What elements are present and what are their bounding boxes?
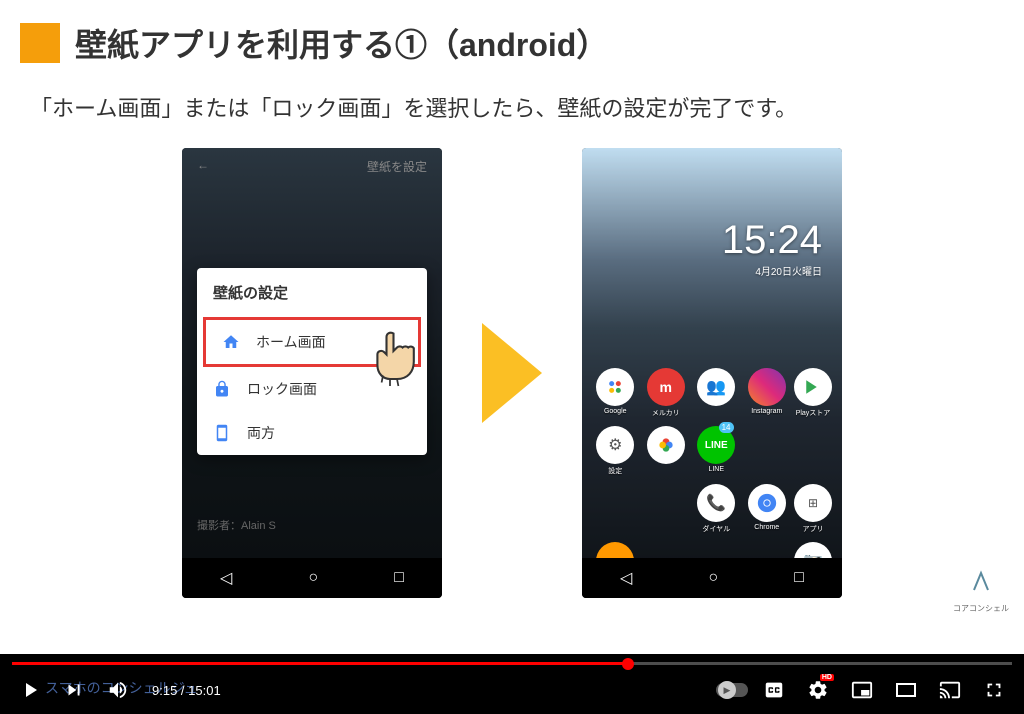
phone-mockup-right: 15:24 4月20日火曜日 Google m メルカリ 👥 [582, 148, 842, 598]
android-nav-bar: ◁ ○ □ [182, 558, 442, 598]
app-instagram: Instagram [744, 368, 791, 418]
controls-left: 9:15 / 15:01 [12, 672, 221, 708]
nav-home-icon: ○ [308, 569, 318, 587]
video-slide-content: 壁紙アプリを利用する①（android） 「ホーム画面」または「ロック画面」を選… [0, 0, 1024, 654]
volume-button[interactable] [100, 672, 136, 708]
slide-title: 壁紙アプリを利用する①（android） [75, 20, 608, 66]
title-bullet-square [20, 23, 60, 63]
pointing-hand-icon [362, 323, 432, 393]
app-chrome: Chrome [744, 484, 791, 534]
progress-fill [12, 662, 628, 665]
app-phone: 📞 ダイヤル [693, 484, 740, 534]
nav-recent-icon: □ [394, 569, 404, 587]
app-line: LINE 14 LINE [693, 426, 740, 476]
nav-back-icon: ◁ [220, 568, 232, 588]
controls-row: 9:15 / 15:01 ▶ HD [0, 666, 1024, 714]
line-badge: 14 [719, 422, 734, 433]
nav-back-icon: ◁ [620, 568, 632, 588]
slide-header: 壁紙アプリを利用する①（android） [0, 0, 1024, 76]
logo-text: コアコンシェル [953, 603, 1009, 614]
captions-button[interactable] [756, 672, 792, 708]
nav-recent-icon: □ [794, 569, 804, 587]
slide-subtitle: 「ホーム画面」または「ロック画面」を選択したら、壁紙の設定が完了です。 [0, 76, 1024, 138]
home-clock-widget: 15:24 4月20日火曜日 [722, 218, 822, 278]
lock-icon [213, 380, 231, 398]
option-both-label: 両方 [247, 423, 275, 443]
hd-badge: HD [820, 674, 834, 681]
logo-icon [966, 568, 996, 598]
duration: 15:01 [188, 683, 221, 698]
app-drawer: ⊞ アプリ [794, 484, 832, 534]
progress-track [12, 662, 1012, 665]
channel-logo: コアコンシェル [953, 568, 1009, 614]
option-lock-label: ロック画面 [247, 379, 317, 399]
current-time: 9:15 [152, 683, 177, 698]
nav-home-icon: ○ [708, 569, 718, 587]
phone-header-bar: ← 壁紙を設定 [197, 158, 427, 175]
back-arrow-icon: ← [197, 158, 209, 175]
cast-button[interactable] [932, 672, 968, 708]
controls-right: ▶ HD [716, 672, 1012, 708]
autoplay-toggle[interactable]: ▶ [716, 683, 748, 697]
autoplay-handle: ▶ [718, 681, 736, 699]
settings-button[interactable]: HD [800, 672, 836, 708]
next-button[interactable] [56, 672, 92, 708]
time-display: 9:15 / 15:01 [152, 683, 221, 698]
set-wallpaper-label: 壁紙を設定 [367, 158, 427, 175]
play-button[interactable] [12, 672, 48, 708]
phone-icon [213, 424, 231, 442]
arrow-right-icon [482, 323, 542, 423]
app-playstore: Playストア [794, 368, 832, 418]
photographer-credit: 撮影者：Alain S [197, 517, 276, 533]
theater-mode-button[interactable] [888, 672, 924, 708]
phone-mockup-left: ← 壁紙を設定 壁紙の設定 ホーム画面 ロック画面 [182, 148, 442, 598]
fullscreen-button[interactable] [976, 672, 1012, 708]
app-teams: 👥 [693, 368, 740, 418]
option-home-label: ホーム画面 [256, 332, 326, 352]
clock-date: 4月20日火曜日 [722, 263, 822, 278]
app-photos [643, 426, 690, 476]
miniplayer-button[interactable] [844, 672, 880, 708]
app-mercari: m メルカリ [643, 368, 690, 418]
app-settings: ⚙ 設定 [592, 426, 639, 476]
option-both[interactable]: 両方 [197, 411, 427, 455]
phones-container: ← 壁紙を設定 壁紙の設定 ホーム画面 ロック画面 [0, 138, 1024, 608]
video-player-controls: スマホのコンシェルジュ 9:15 / 15:01 [0, 654, 1024, 714]
home-icon [222, 333, 240, 351]
android-nav-bar-right: ◁ ○ □ [582, 558, 842, 598]
dialog-title: 壁紙の設定 [197, 268, 427, 317]
app-google: Google [592, 368, 639, 418]
clock-time: 15:24 [722, 218, 822, 263]
